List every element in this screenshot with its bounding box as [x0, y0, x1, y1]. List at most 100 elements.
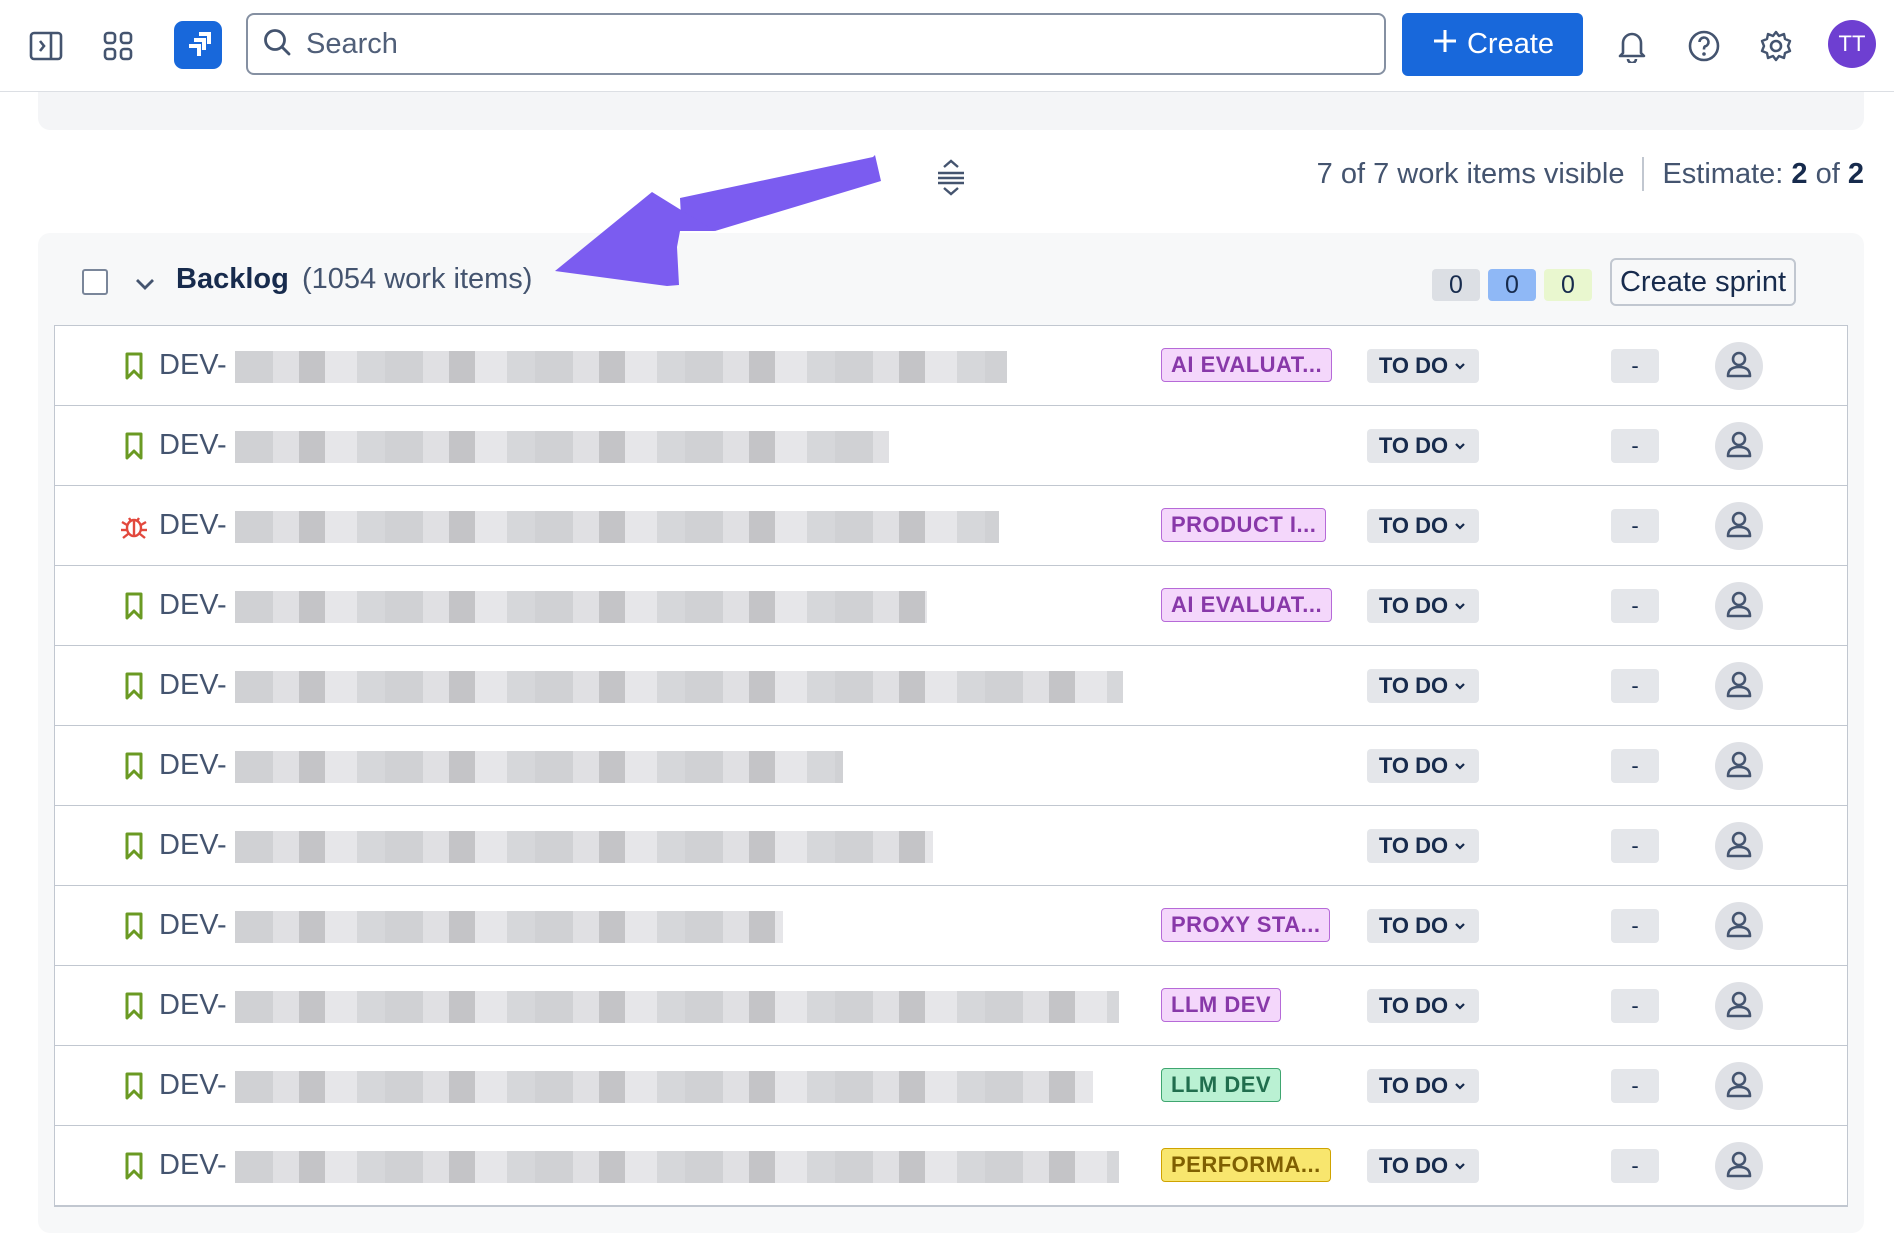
status-dropdown[interactable]: TO DO	[1367, 1149, 1479, 1183]
chevron-down-icon	[1453, 913, 1467, 939]
issue-key[interactable]: DEV-	[159, 829, 227, 862]
settings-gear-icon[interactable]	[1752, 22, 1800, 70]
status-dropdown[interactable]: TO DO	[1367, 589, 1479, 623]
status-dropdown[interactable]: TO DO	[1367, 349, 1479, 383]
assignee-avatar[interactable]	[1715, 822, 1763, 870]
issue-key[interactable]: DEV-	[159, 669, 227, 702]
status-dropdown[interactable]: TO DO	[1367, 749, 1479, 783]
redacted-summary[interactable]	[235, 591, 927, 623]
redacted-summary[interactable]	[235, 511, 999, 543]
chevron-down-icon	[1453, 353, 1467, 379]
backlog-item-row[interactable]: DEV- LLM DEV TO DO -	[55, 1046, 1847, 1126]
search-input-container[interactable]	[246, 13, 1386, 75]
redacted-summary[interactable]	[235, 911, 783, 943]
estimate-badge[interactable]: -	[1611, 429, 1659, 463]
status-dropdown[interactable]: TO DO	[1367, 669, 1479, 703]
assignee-avatar[interactable]	[1715, 742, 1763, 790]
redacted-summary[interactable]	[235, 671, 1123, 703]
assignee-avatar[interactable]	[1715, 342, 1763, 390]
redacted-summary[interactable]	[235, 1071, 1093, 1103]
backlog-item-row[interactable]: DEV- TO DO -	[55, 806, 1847, 886]
estimate-badge[interactable]: -	[1611, 509, 1659, 543]
estimate-badge[interactable]: -	[1611, 909, 1659, 943]
assignee-avatar[interactable]	[1715, 1142, 1763, 1190]
backlog-item-row[interactable]: DEV- AI EVALUAT... TO DO -	[55, 566, 1847, 646]
issue-key[interactable]: DEV-	[159, 1069, 227, 1102]
backlog-item-list: DEV- AI EVALUAT... TO DO - DEV- TO DO - DEV- PRO…	[54, 325, 1848, 1207]
backlog-item-row[interactable]: DEV- TO DO -	[55, 646, 1847, 726]
status-dropdown[interactable]: TO DO	[1367, 829, 1479, 863]
status-dropdown[interactable]: TO DO	[1367, 1069, 1479, 1103]
epic-lozenge[interactable]: LLM DEV	[1161, 988, 1282, 1022]
jira-logo-icon[interactable]	[174, 21, 222, 69]
epic-lozenge[interactable]: AI EVALUAT...	[1161, 348, 1333, 382]
issue-key[interactable]: DEV-	[159, 1149, 227, 1182]
assignee-avatar[interactable]	[1715, 502, 1763, 550]
epic-lozenge[interactable]: PERFORMA...	[1161, 1148, 1331, 1182]
estimate-total: 2	[1847, 157, 1864, 190]
status-dropdown[interactable]: TO DO	[1367, 429, 1479, 463]
issue-key[interactable]: DEV-	[159, 509, 227, 542]
search-input[interactable]	[304, 26, 1308, 62]
assignee-avatar[interactable]	[1715, 422, 1763, 470]
assignee-avatar[interactable]	[1715, 582, 1763, 630]
status-label: TO DO	[1378, 913, 1449, 938]
estimate-badge[interactable]: -	[1611, 669, 1659, 703]
redacted-summary[interactable]	[235, 431, 889, 463]
backlog-item-row[interactable]: DEV- TO DO -	[55, 406, 1847, 486]
create-button[interactable]: Create	[1402, 13, 1583, 76]
epic-lozenge[interactable]: AI EVALUAT...	[1161, 588, 1333, 622]
app-switcher-icon[interactable]	[94, 22, 142, 70]
estimate-badge[interactable]: -	[1611, 1149, 1659, 1183]
issue-key[interactable]: DEV-	[159, 589, 227, 622]
assignee-avatar[interactable]	[1715, 982, 1763, 1030]
issue-key[interactable]: DEV-	[159, 749, 227, 782]
assignee-avatar[interactable]	[1715, 902, 1763, 950]
top-navigation: Create TT	[0, 0, 1894, 92]
estimate-badge[interactable]: -	[1611, 829, 1659, 863]
redacted-summary[interactable]	[235, 991, 1119, 1023]
backlog-item-row[interactable]: DEV- TO DO -	[55, 726, 1847, 806]
estimate-badge[interactable]: -	[1611, 349, 1659, 383]
estimate-badge[interactable]: -	[1611, 1069, 1659, 1103]
chevron-down-icon	[1453, 673, 1467, 699]
help-icon[interactable]	[1680, 22, 1728, 70]
estimate-badge[interactable]: -	[1611, 989, 1659, 1023]
create-sprint-button[interactable]: Create sprint	[1610, 258, 1796, 306]
status-dropdown[interactable]: TO DO	[1367, 989, 1479, 1023]
issue-key[interactable]: DEV-	[159, 909, 227, 942]
issue-key[interactable]: DEV-	[159, 429, 227, 462]
assignee-avatar[interactable]	[1715, 662, 1763, 710]
status-label: TO DO	[1378, 433, 1449, 458]
redacted-summary[interactable]	[235, 351, 1007, 383]
story-icon	[119, 431, 149, 461]
redacted-summary[interactable]	[235, 751, 843, 783]
redacted-summary[interactable]	[235, 1151, 1119, 1183]
sidebar-toggle-icon[interactable]	[22, 22, 70, 70]
in-progress-count-badge: 0	[1488, 269, 1536, 301]
status-dropdown[interactable]: TO DO	[1367, 509, 1479, 543]
backlog-item-row[interactable]: DEV- LLM DEV TO DO -	[55, 966, 1847, 1046]
estimate-of: of	[1815, 157, 1840, 190]
issue-key[interactable]: DEV-	[159, 989, 227, 1022]
estimate-badge[interactable]: -	[1611, 749, 1659, 783]
epic-lozenge[interactable]: LLM DEV	[1161, 1068, 1282, 1102]
collapse-all-icon[interactable]	[932, 158, 970, 196]
backlog-item-row[interactable]: DEV- PERFORMA... TO DO -	[55, 1126, 1847, 1206]
backlog-item-row[interactable]: DEV- AI EVALUAT... TO DO -	[55, 326, 1847, 406]
backlog-item-row[interactable]: DEV- PROXY STA... TO DO -	[55, 886, 1847, 966]
epic-lozenge[interactable]: PROXY STA...	[1161, 908, 1331, 942]
chevron-down-icon[interactable]	[130, 269, 160, 299]
epic-lozenge[interactable]: PRODUCT I...	[1161, 508, 1327, 542]
assignee-avatar[interactable]	[1715, 1062, 1763, 1110]
status-dropdown[interactable]: TO DO	[1367, 909, 1479, 943]
notifications-bell-icon[interactable]	[1608, 22, 1656, 70]
estimate-label: Estimate:	[1662, 157, 1784, 190]
user-avatar[interactable]: TT	[1828, 20, 1876, 68]
redacted-summary[interactable]	[235, 831, 933, 863]
issue-key[interactable]: DEV-	[159, 349, 227, 382]
backlog-item-row[interactable]: DEV- PRODUCT I... TO DO -	[55, 486, 1847, 566]
arrow-shaft	[680, 155, 881, 231]
backlog-select-checkbox[interactable]	[82, 269, 108, 295]
estimate-badge[interactable]: -	[1611, 589, 1659, 623]
